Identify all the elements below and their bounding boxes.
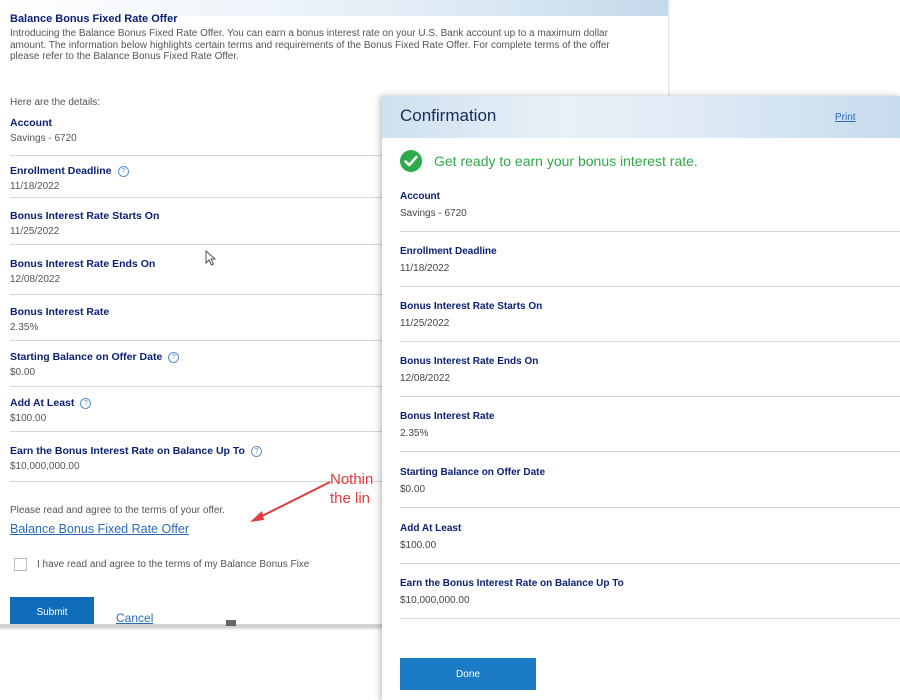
help-icon[interactable]: ?	[168, 351, 180, 363]
field-label: Bonus Interest Rate	[400, 411, 495, 422]
field-value: 11/25/2022	[400, 318, 450, 329]
conf-field-bonus-rate: Bonus Interest Rate 2.35%	[400, 411, 900, 452]
field-label: Earn the Bonus Interest Rate on Balance …	[10, 445, 245, 457]
field-label: Enrollment Deadline	[10, 165, 112, 177]
field-label: Bonus Interest Rate	[10, 306, 110, 318]
details-label: Here are the details:	[10, 97, 101, 108]
field-value: $10,000,000.00	[400, 595, 470, 606]
mouse-cursor-icon	[205, 250, 217, 266]
annotation-line-1: Nothin	[330, 471, 374, 488]
cancel-link[interactable]: Cancel	[116, 611, 153, 625]
conf-field-rate-ends: Bonus Interest Rate Ends On 12/08/2022	[400, 356, 900, 397]
conf-field-balance-up-to: Earn the Bonus Interest Rate on Balance …	[400, 578, 900, 619]
agree-checkbox-label: I have read and agree to the terms of my…	[37, 559, 310, 570]
agree-checkbox-row[interactable]: I have read and agree to the terms of my…	[14, 558, 309, 571]
field-value: $100.00	[400, 540, 437, 551]
field-label: Bonus Interest Rate Ends On	[10, 258, 156, 270]
field-value: 12/08/2022	[400, 373, 451, 384]
field-value: 2.35%	[400, 428, 429, 439]
field-label: Starting Balance on Offer Date	[10, 351, 163, 363]
success-text: Get ready to earn your bonus interest ra…	[434, 153, 698, 169]
field-label: Account	[400, 191, 440, 202]
field-label: Bonus Interest Rate Starts On	[400, 301, 543, 312]
field-label: Enrollment Deadline	[400, 246, 497, 257]
field-value: Savings - 6720	[400, 208, 467, 219]
field-label: Account	[10, 117, 52, 129]
checkmark-icon	[400, 150, 422, 172]
field-value: $0.00	[400, 484, 426, 495]
offer-terms-link[interactable]: Balance Bonus Fixed Rate Offer	[10, 522, 189, 536]
success-message: Get ready to earn your bonus interest ra…	[400, 150, 698, 172]
help-icon[interactable]: ?	[250, 445, 262, 457]
conf-field-starting-balance: Starting Balance on Offer Date $0.00	[400, 467, 900, 508]
agree-checkbox[interactable]	[14, 558, 27, 571]
field-label: Bonus Interest Rate Starts On	[10, 210, 160, 222]
field-label: Add At Least	[400, 523, 462, 534]
scrollbar-thumb[interactable]	[226, 620, 236, 626]
agree-instruction: Please read and agree to the terms of yo…	[10, 505, 225, 516]
field-label: Bonus Interest Rate Ends On	[400, 356, 539, 367]
annotation-arrow-icon	[250, 481, 331, 522]
conf-field-enrollment-deadline: Enrollment Deadline 11/18/2022	[400, 246, 900, 287]
field-label: Add At Least	[10, 397, 75, 409]
annotation-line-2: the lin	[330, 490, 371, 507]
offer-intro-text: Introducing the Balance Bonus Fixed Rate…	[10, 28, 610, 62]
print-link[interactable]: Print	[835, 112, 856, 123]
confirmation-panel: Confirmation Print Get ready to earn you…	[382, 96, 900, 700]
field-value: 11/18/2022	[400, 263, 450, 274]
submit-button[interactable]: Submit	[10, 597, 94, 627]
field-label: Earn the Bonus Interest Rate on Balance …	[400, 578, 624, 589]
conf-field-account: Account Savings - 6720	[400, 191, 900, 232]
conf-field-add-at-least: Add At Least $100.00	[400, 523, 900, 564]
help-icon[interactable]: ?	[117, 165, 129, 177]
annotation-text: Nothin the lin	[330, 470, 390, 508]
help-icon[interactable]: ?	[80, 397, 92, 409]
offer-title: Balance Bonus Fixed Rate Offer	[10, 13, 178, 25]
confirmation-title: Confirmation	[400, 106, 497, 125]
conf-field-rate-starts: Bonus Interest Rate Starts On 11/25/2022	[400, 301, 900, 342]
done-button[interactable]: Done	[400, 658, 536, 690]
field-label: Starting Balance on Offer Date	[400, 467, 546, 478]
